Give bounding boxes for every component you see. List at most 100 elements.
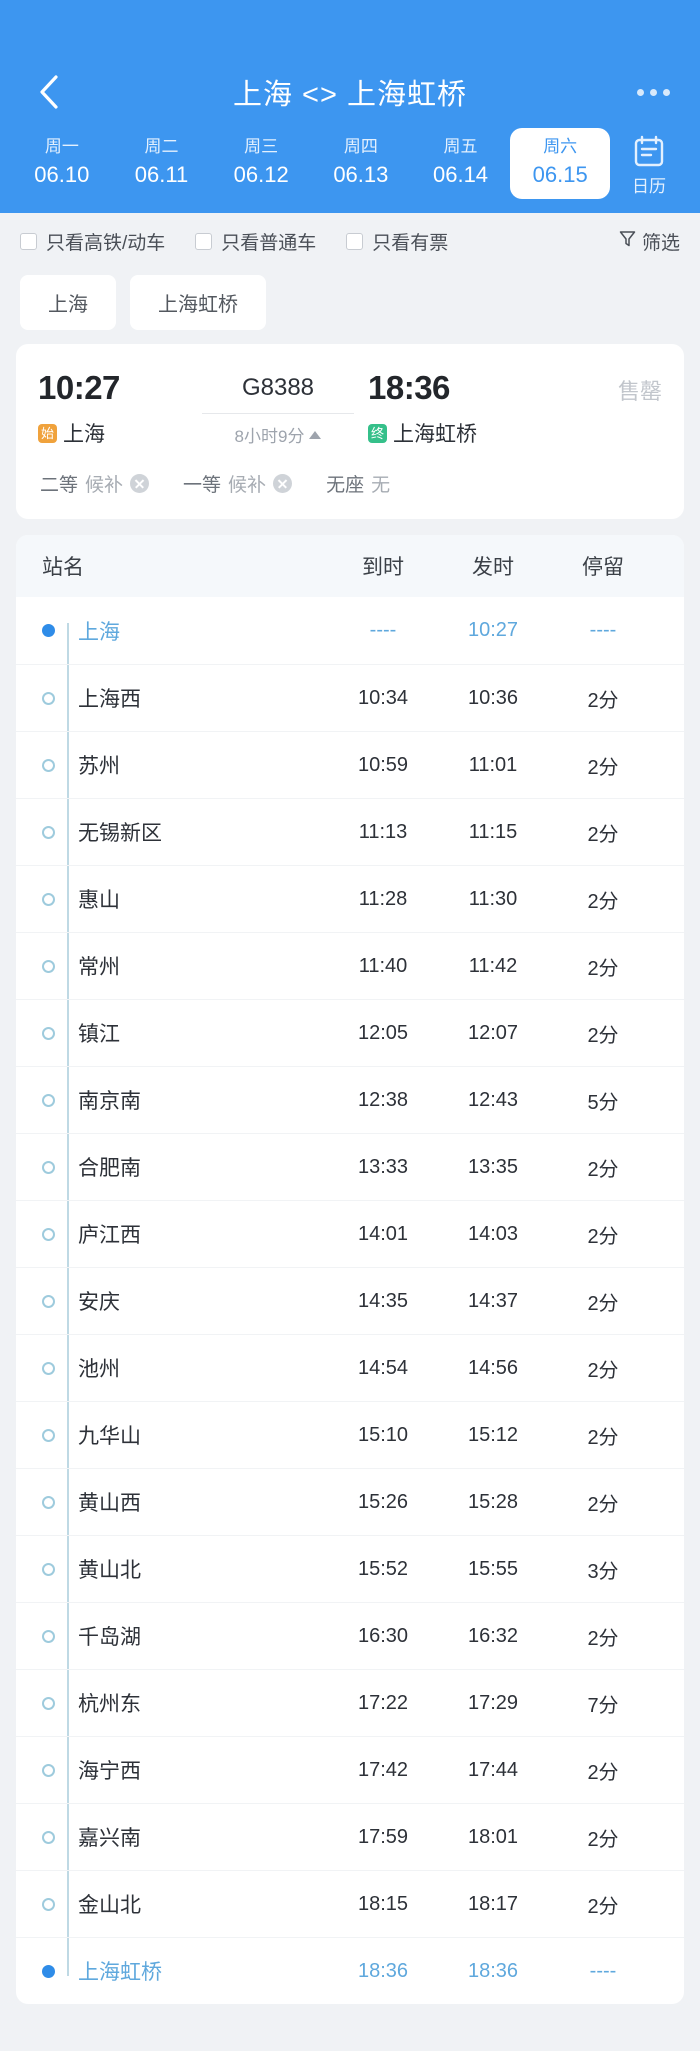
table-row: 上海西 10:34 10:36 2分 [16,664,684,731]
stop-stay-duration: 7分 [587,1694,619,1717]
table-row: 无锡新区 11:13 11:15 2分 [16,798,684,865]
stop-depart-time: 15:28 [467,1490,519,1513]
filter-checkbox-available[interactable]: 只看有票 [346,228,448,255]
checkbox-icon[interactable] [20,232,37,250]
stops-table-header: 站名 到时 发时 停留 [16,535,684,597]
seat-class-second[interactable]: 二等 候补 [40,470,150,497]
date-tab-5-selected[interactable]: 周六 06.15 [510,128,611,199]
more-options-button[interactable] [633,79,674,106]
stop-marker-wrap [42,1026,78,1040]
date-tab-1[interactable]: 周二 06.11 [112,128,212,199]
train-summary-row: 10:27 始 上海 G8388 8小时9分 18:36 终 上海虹桥 售罄 [16,344,684,466]
stop-station-name: 南京南 [78,1090,141,1113]
stop-stay-duration: 2分 [587,1761,619,1784]
table-row: 杭州东 17:22 17:29 7分 [16,1669,684,1736]
table-row: 常州 11:40 11:42 2分 [16,932,684,999]
stop-arrive-time: 15:26 [357,1490,409,1513]
stop-station-name: 惠山 [78,889,120,912]
checkbox-icon[interactable] [195,232,213,250]
stop-stay-duration: 2分 [587,1895,619,1918]
stop-stay-duration: 3分 [587,1560,619,1583]
date-tab-date: 06.15 [532,162,588,187]
stop-marker-wrap [42,758,78,772]
stop-marker-wrap [42,1830,78,1844]
stop-marker-wrap [42,1093,78,1107]
stop-marker-wrap [42,825,78,839]
stop-dot-icon [42,1495,55,1509]
seat-class-standing[interactable]: 无座 无 [326,470,390,497]
seat-type-label: 二等 [40,475,79,496]
stop-stay-duration: 2分 [587,890,619,913]
date-tab-2[interactable]: 周三 06.12 [211,128,311,199]
date-tab-0[interactable]: 周一 06.10 [12,128,112,199]
seat-class-first[interactable]: 一等 候补 [183,470,293,497]
filter-checkbox-high-speed[interactable]: 只看高铁/动车 [20,228,165,255]
stop-marker-wrap [42,1160,78,1174]
stop-marker-wrap [42,892,78,906]
stop-depart-time: 15:55 [467,1557,519,1580]
stop-marker-wrap [42,1897,78,1911]
trip-duration: 8小时9分 [188,422,368,447]
stop-station-name: 池州 [78,1358,120,1381]
stop-arrive-time: 13:33 [357,1155,409,1178]
x-circle-icon[interactable] [130,474,150,493]
stop-marker-wrap [42,1227,78,1241]
stop-arrive-time: 18:15 [357,1892,409,1915]
stop-marker-wrap [42,1629,78,1643]
x-circle-icon[interactable] [273,474,293,493]
stop-arrive-time: 15:52 [357,1557,409,1580]
station-chip-origin[interactable]: 上海 [20,275,116,330]
filter-sort-button[interactable]: 筛选 [618,228,680,255]
arrival-station-line: 终 上海虹桥 [368,418,558,448]
trip-duration-text: 8小时9分 [234,427,305,446]
filter-checkbox-regular[interactable]: 只看普通车 [195,228,316,255]
filter-label: 只看普通车 [221,232,317,254]
stop-depart-time: 16:32 [467,1624,519,1647]
station-chips: 上海 上海虹桥 [0,269,700,344]
station-chip-destination[interactable]: 上海虹桥 [130,275,266,330]
divider [202,413,354,414]
stop-dot-icon [42,691,55,705]
stop-depart-time: 18:01 [467,1825,519,1848]
table-row: 黄山西 15:26 15:28 2分 [16,1468,684,1535]
stop-arrive-time: 16:30 [357,1624,409,1647]
stop-marker-wrap [42,959,78,973]
stop-marker-wrap [42,1696,78,1710]
seat-status-label: 无 [371,475,391,496]
checkbox-icon[interactable] [346,232,364,250]
date-tab-4[interactable]: 周五 06.14 [411,128,511,199]
title-bar: 上海 <> 上海虹桥 [0,60,700,124]
calendar-icon [632,135,666,172]
table-row: 上海虹桥 18:36 18:36 ---- [16,1937,684,2004]
stop-marker-wrap [42,1964,78,1978]
stop-marker-wrap [42,1495,78,1509]
stop-dot-icon [42,758,55,772]
filter-bar: 只看高铁/动车 只看普通车 只看有票 筛选 [0,213,700,269]
date-tab-weekday: 周五 [443,137,478,156]
date-tab-3[interactable]: 周四 06.13 [311,128,411,199]
stop-station-name: 金山北 [78,1894,141,1917]
stop-station-name: 杭州东 [78,1693,141,1716]
seat-type-label: 一等 [183,475,222,496]
stop-station-name: 镇江 [78,1023,120,1046]
stop-stay-duration: ---- [589,1959,617,1982]
stop-arrive-time: 17:22 [357,1691,409,1714]
stop-dot-icon [42,1026,55,1040]
date-tab-weekday: 周四 [343,137,378,156]
table-row: 安庆 14:35 14:37 2分 [16,1267,684,1334]
stop-arrive-time: 14:35 [357,1289,409,1312]
triangle-up-icon [309,430,322,439]
date-tab-weekday: 周六 [543,137,578,156]
calendar-button[interactable]: 日历 [610,128,688,199]
start-badge: 始 [38,423,58,443]
chevron-left-icon [37,74,59,110]
stop-dot-icon [42,1428,55,1442]
stop-arrive-time: 14:54 [357,1356,409,1379]
stop-marker-wrap [42,624,78,637]
back-button[interactable] [26,70,70,114]
stop-stay-duration: 2分 [587,1359,619,1382]
stop-dot-icon [42,1294,55,1308]
train-card[interactable]: 10:27 始 上海 G8388 8小时9分 18:36 终 上海虹桥 售罄 二… [16,344,684,519]
stop-station-name: 上海 [78,620,120,644]
filter-label: 只看高铁/动车 [46,232,166,254]
